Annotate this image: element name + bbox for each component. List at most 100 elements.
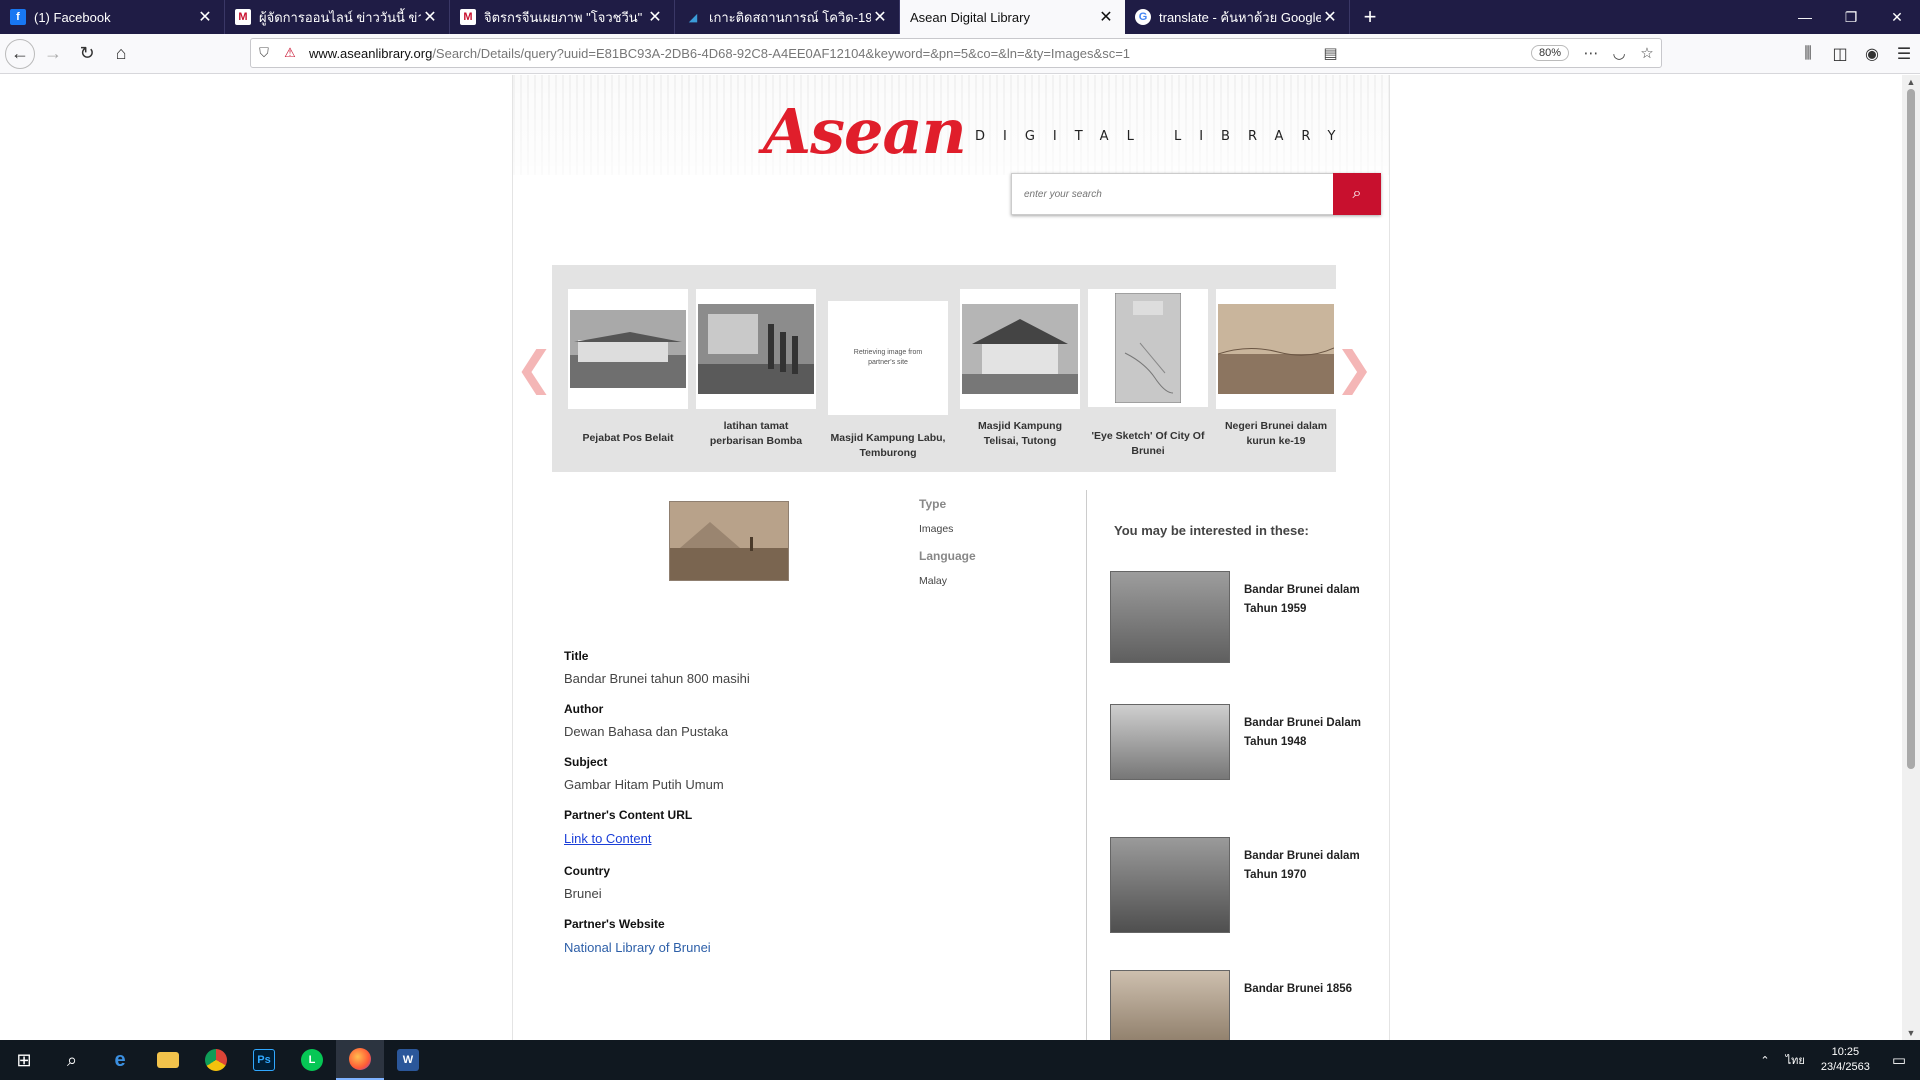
taskbar-word[interactable]: W <box>384 1040 432 1080</box>
insecure-lock-icon[interactable]: ⚠ <box>277 45 303 61</box>
related-item[interactable]: Bandar Brunei Dalam Tahun 1948 <box>1110 704 1370 780</box>
tab-covid[interactable]: ◢ เกาะติดสถานการณ์ โควิด-19 : PPT ✕ <box>675 0 900 34</box>
related-thumbnail[interactable] <box>1110 970 1230 1040</box>
taskbar-firefox[interactable] <box>336 1040 384 1080</box>
minimize-icon[interactable]: — <box>1782 0 1828 34</box>
carousel-thumbnail[interactable] <box>696 289 816 409</box>
scroll-up-icon[interactable]: ▲ <box>1902 77 1920 87</box>
carousel-thumbnail[interactable] <box>1088 289 1208 407</box>
related-title[interactable]: Bandar Brunei dalam Tahun 1970 <box>1244 847 1370 933</box>
url-text[interactable]: www.aseanlibrary.org/Search/Details/quer… <box>309 46 1130 61</box>
carousel-label[interactable]: latihan tamat perbarisan Bomba <box>696 419 816 449</box>
tab-translate[interactable]: G translate - ค้นหาด้วย Google ✕ <box>1125 0 1350 34</box>
carousel-label[interactable]: Pejabat Pos Belait <box>568 431 688 461</box>
carousel-thumbnail[interactable] <box>568 289 688 409</box>
word-icon: W <box>397 1049 419 1071</box>
more-actions-icon[interactable]: ⋯ <box>1577 44 1605 62</box>
windows-logo-icon: ⊞ <box>16 1049 32 1070</box>
carousel-label[interactable]: 'Eye Sketch' Of City Of Brunei <box>1088 429 1208 459</box>
page-scrollbar[interactable]: ▲ ▼ <box>1902 75 1920 1040</box>
painting-photo <box>1218 304 1334 394</box>
taskbar-edge[interactable]: e <box>96 1040 144 1080</box>
home-button[interactable]: ⌂ <box>105 38 137 70</box>
address-bar[interactable]: ⛉ ⚠ www.aseanlibrary.org/Search/Details/… <box>250 38 1662 68</box>
taskbar-search-button[interactable]: ⌕ <box>48 1040 96 1080</box>
field-label: Subject <box>564 755 608 769</box>
chrome-icon <box>205 1049 227 1071</box>
menu-icon[interactable]: ☰ <box>1888 44 1920 64</box>
related-title[interactable]: Bandar Brunei dalam Tahun 1959 <box>1244 581 1370 663</box>
carousel-item[interactable]: latihan tamat perbarisan Bomba <box>696 289 816 461</box>
carousel-thumbnail[interactable] <box>1216 289 1336 409</box>
reload-button[interactable]: ↻ <box>71 38 103 70</box>
scroll-down-icon[interactable]: ▼ <box>1902 1028 1920 1038</box>
carousel-item[interactable]: Negeri Brunei dalam kurun ke-19 <box>1216 289 1336 461</box>
carousel-item[interactable]: Pejabat Pos Belait <box>568 289 688 461</box>
forward-button[interactable]: → <box>37 38 69 70</box>
notification-icon[interactable]: ▭ <box>1878 1051 1920 1069</box>
related-item[interactable]: Bandar Brunei dalam Tahun 1970 <box>1110 837 1370 933</box>
site-logo[interactable]: Asean <box>763 95 967 168</box>
close-icon[interactable]: ✕ <box>1321 7 1339 27</box>
related-thumbnail[interactable] <box>1110 571 1230 663</box>
system-tray: ⌃ ไทย 10:25 23/4/2563 ▭ <box>1752 1045 1920 1075</box>
language-indicator[interactable]: ไทย <box>1778 1051 1813 1069</box>
shield-icon[interactable]: ⛉ <box>251 45 277 61</box>
link-to-content[interactable]: Link to Content <box>564 831 651 846</box>
zoom-indicator[interactable]: 80% <box>1530 45 1569 61</box>
chevron-up-icon[interactable]: ⌃ <box>1752 1054 1777 1067</box>
manager-logo-icon: M <box>235 9 251 25</box>
partner-website-link[interactable]: National Library of Brunei <box>564 940 711 955</box>
close-icon[interactable]: ✕ <box>1097 7 1115 27</box>
tab-asean-library[interactable]: Asean Digital Library ✕ <box>900 0 1125 34</box>
item-thumbnail[interactable] <box>669 501 789 581</box>
carousel-item[interactable]: Masjid Kampung Telisai, Tutong <box>960 289 1080 461</box>
restore-icon[interactable]: ❐ <box>1828 0 1874 34</box>
search-input[interactable] <box>1011 173 1333 215</box>
related-thumbnail[interactable] <box>1110 704 1230 780</box>
carousel-next-button[interactable]: ❯ <box>1335 341 1374 395</box>
related-item[interactable]: Bandar Brunei dalam Tahun 1959 <box>1110 571 1370 663</box>
item-meta: Type Images Language Malay <box>919 497 976 601</box>
carousel-label[interactable]: Masjid Kampung Telisai, Tutong <box>960 419 1080 449</box>
carousel-label[interactable]: Masjid Kampung Labu, Temburong <box>828 431 948 461</box>
close-icon[interactable]: ✕ <box>421 7 439 27</box>
related-thumbnail[interactable] <box>1110 837 1230 933</box>
back-button[interactable]: ← <box>5 38 35 69</box>
account-icon[interactable]: ◉ <box>1856 44 1888 64</box>
scrollbar-thumb[interactable] <box>1907 89 1915 769</box>
carousel-label[interactable]: Negeri Brunei dalam kurun ke-19 <box>1216 419 1336 449</box>
clock[interactable]: 10:25 23/4/2563 <box>1813 1045 1878 1075</box>
close-icon[interactable]: ✕ <box>196 7 214 27</box>
tab-chinese-painter[interactable]: M จิตรกรจีนเผยภาพ "โจวชวีน" สมัย ✕ <box>450 0 675 34</box>
taskbar-line[interactable]: L <box>288 1040 336 1080</box>
related-title[interactable]: Bandar Brunei 1856 <box>1244 980 1352 1040</box>
search-button[interactable]: ⌕ <box>1333 173 1381 215</box>
taskbar-chrome[interactable] <box>192 1040 240 1080</box>
carousel-thumbnail[interactable] <box>960 289 1080 409</box>
library-icon[interactable]: ⫼ <box>1792 45 1824 63</box>
related-item[interactable]: Bandar Brunei 1856 <box>1110 970 1370 1040</box>
bookmark-star-icon[interactable]: ☆ <box>1633 44 1661 62</box>
close-icon[interactable]: ✕ <box>646 7 664 27</box>
title-field: Title Bandar Brunei tahun 800 masihi <box>564 649 964 686</box>
carousel-item[interactable]: 'Eye Sketch' Of City Of Brunei <box>1088 289 1208 461</box>
new-tab-button[interactable]: + <box>1350 0 1390 34</box>
carousel-prev-button[interactable]: ❮ <box>515 341 554 395</box>
reader-view-icon[interactable]: ▤ <box>1317 44 1345 62</box>
start-button[interactable]: ⊞ <box>0 1040 48 1080</box>
close-window-icon[interactable]: ✕ <box>1874 0 1920 34</box>
related-title[interactable]: Bandar Brunei Dalam Tahun 1948 <box>1244 714 1370 780</box>
url-path: /Search/Details/query?uuid=E81BC93A-2DB6… <box>432 45 1131 61</box>
taskbar-explorer[interactable] <box>144 1040 192 1080</box>
tab-manager-online[interactable]: M ผู้จัดการออนไลน์ ข่าววันนี้ ข่าวอ ✕ <box>225 0 450 34</box>
carousel-thumbnail[interactable]: Retrieving image from partner's site <box>828 301 948 415</box>
pocket-icon[interactable]: ◡ <box>1605 44 1633 62</box>
tab-facebook[interactable]: f (1) Facebook ✕ <box>0 0 225 34</box>
taskbar-photoshop[interactable]: Ps <box>240 1040 288 1080</box>
line-icon: L <box>301 1049 323 1071</box>
subject-field: Subject Gambar Hitam Putih Umum <box>564 755 964 792</box>
sidebar-icon[interactable]: ◫ <box>1824 44 1856 64</box>
close-icon[interactable]: ✕ <box>871 7 889 27</box>
carousel-item[interactable]: Retrieving image from partner's site Mas… <box>828 289 948 461</box>
